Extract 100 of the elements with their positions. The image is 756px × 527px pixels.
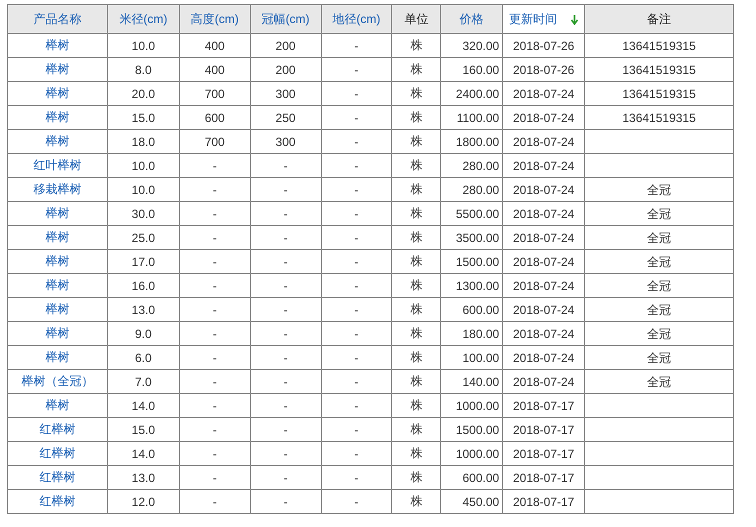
table-cell: 9.0: [135, 326, 152, 340]
table-cell: 13641519315: [622, 62, 696, 76]
table-cell: 13641519315: [622, 38, 696, 52]
table-cell: 2018-07-24: [512, 350, 574, 364]
table-cell: -: [284, 206, 288, 220]
table-cell: 6.0: [135, 350, 152, 364]
table-cell: 25.0: [132, 230, 156, 244]
table-cell: 2018-07-24: [512, 134, 574, 148]
table-cell: 株: [410, 302, 422, 316]
table-cell: 300: [276, 86, 296, 100]
table-cell: 600.00: [462, 470, 500, 484]
table-cell: 全冠: [647, 302, 672, 316]
table-cell: -: [212, 254, 217, 268]
table-cell: 2018-07-17: [512, 446, 574, 460]
table-cell: -: [212, 374, 217, 388]
table-cell: 株: [410, 86, 422, 100]
table-cell: -: [212, 470, 217, 484]
table-cell: 全冠: [647, 254, 672, 268]
product-link[interactable]: 榉树: [45, 254, 70, 268]
table-cell: 全冠: [647, 182, 672, 196]
table-cell: 16.0: [132, 278, 156, 292]
table-cell: 140.00: [462, 374, 500, 388]
table-cell: 1300.00: [456, 278, 500, 292]
table-cell: 株: [410, 254, 422, 268]
table-cell: 320.00: [462, 38, 500, 52]
table-cell: 株: [410, 182, 422, 196]
table-cell: 株: [410, 350, 422, 364]
table-cell: -: [212, 494, 217, 508]
table-cell: -: [284, 302, 288, 316]
product-link[interactable]: 榉树: [45, 86, 70, 100]
table-cell: 全冠: [647, 230, 672, 244]
table-cell: 株: [410, 494, 422, 508]
table-cell: 2018-07-24: [512, 374, 574, 388]
table-cell: 2018-07-24: [512, 110, 574, 124]
table-cell: -: [284, 422, 288, 436]
product-link[interactable]: 榉树: [45, 278, 70, 292]
table-cell: 2018-07-24: [512, 182, 574, 196]
table-cell: 200: [276, 62, 296, 76]
table-cell: 株: [410, 134, 422, 148]
table-cell: 2018-07-24: [512, 302, 574, 316]
table-cell: -: [354, 422, 358, 436]
product-link[interactable]: 榉树: [45, 206, 70, 220]
table-cell: 10.0: [132, 182, 156, 196]
table-cell: 株: [410, 326, 422, 340]
table-cell: 450.00: [462, 494, 500, 508]
table-cell: 5500.00: [456, 206, 500, 220]
table-cell: 160.00: [462, 62, 500, 76]
table-cell: 1500.00: [456, 422, 500, 436]
product-link[interactable]: 榉树: [45, 134, 70, 148]
table-cell: 株: [410, 206, 422, 220]
table-cell: 7.0: [135, 374, 152, 388]
product-link[interactable]: 榉树: [45, 302, 70, 316]
table-cell: -: [212, 302, 217, 316]
table-cell: 1800.00: [456, 134, 500, 148]
table-cell: 2018-07-17: [512, 398, 574, 412]
table-cell: -: [354, 134, 358, 148]
table-cell: 株: [410, 38, 422, 52]
table-cell: -: [284, 182, 288, 196]
product-link[interactable]: 榉树: [45, 350, 70, 364]
table-cell: 株: [410, 446, 422, 460]
table-cell: -: [212, 158, 217, 172]
table-cell: 17.0: [132, 254, 156, 268]
column-header: 单位: [404, 12, 428, 26]
table-cell: 30.0: [132, 206, 156, 220]
table-cell: 300: [276, 134, 296, 148]
table-cell: -: [354, 398, 358, 412]
table-cell: 280.00: [462, 158, 500, 172]
table-cell: -: [284, 446, 288, 460]
table-cell: -: [212, 182, 217, 196]
product-link[interactable]: 榉树: [45, 398, 70, 412]
product-link[interactable]: 榉树: [45, 326, 70, 340]
table-cell: -: [212, 398, 217, 412]
table-cell: 12.0: [132, 494, 156, 508]
table-cell: -: [212, 446, 217, 460]
table-cell: 13641519315: [622, 110, 696, 124]
table-cell: -: [284, 374, 288, 388]
table-cell: 200: [276, 38, 296, 52]
table-cell: 400: [204, 62, 225, 76]
table-cell: 2400.00: [456, 86, 500, 100]
product-link[interactable]: 榉树: [45, 38, 70, 52]
table-cell: 2018-07-26: [512, 62, 574, 76]
table-cell: 1000.00: [456, 398, 500, 412]
table-cell: 2018-07-24: [512, 254, 574, 268]
table-cell: 2018-07-17: [512, 494, 574, 508]
table-cell: -: [212, 350, 217, 364]
table-cell: -: [354, 350, 358, 364]
product-link[interactable]: 榉树: [45, 230, 70, 244]
table-cell: 2018-07-17: [512, 422, 574, 436]
column-header[interactable]: 价格: [460, 12, 484, 26]
table-cell: -: [284, 278, 288, 292]
table-cell: 600.00: [462, 302, 500, 316]
product-link[interactable]: 榉树: [45, 110, 70, 124]
table-cell: 1500.00: [456, 254, 500, 268]
table-cell: -: [284, 158, 288, 172]
table-cell: 100.00: [462, 350, 500, 364]
table-cell: 全冠: [647, 350, 672, 364]
table-cell: -: [354, 254, 358, 268]
table-cell: 10.0: [132, 158, 156, 172]
product-link[interactable]: 榉树: [45, 62, 70, 76]
table-cell: -: [212, 206, 217, 220]
